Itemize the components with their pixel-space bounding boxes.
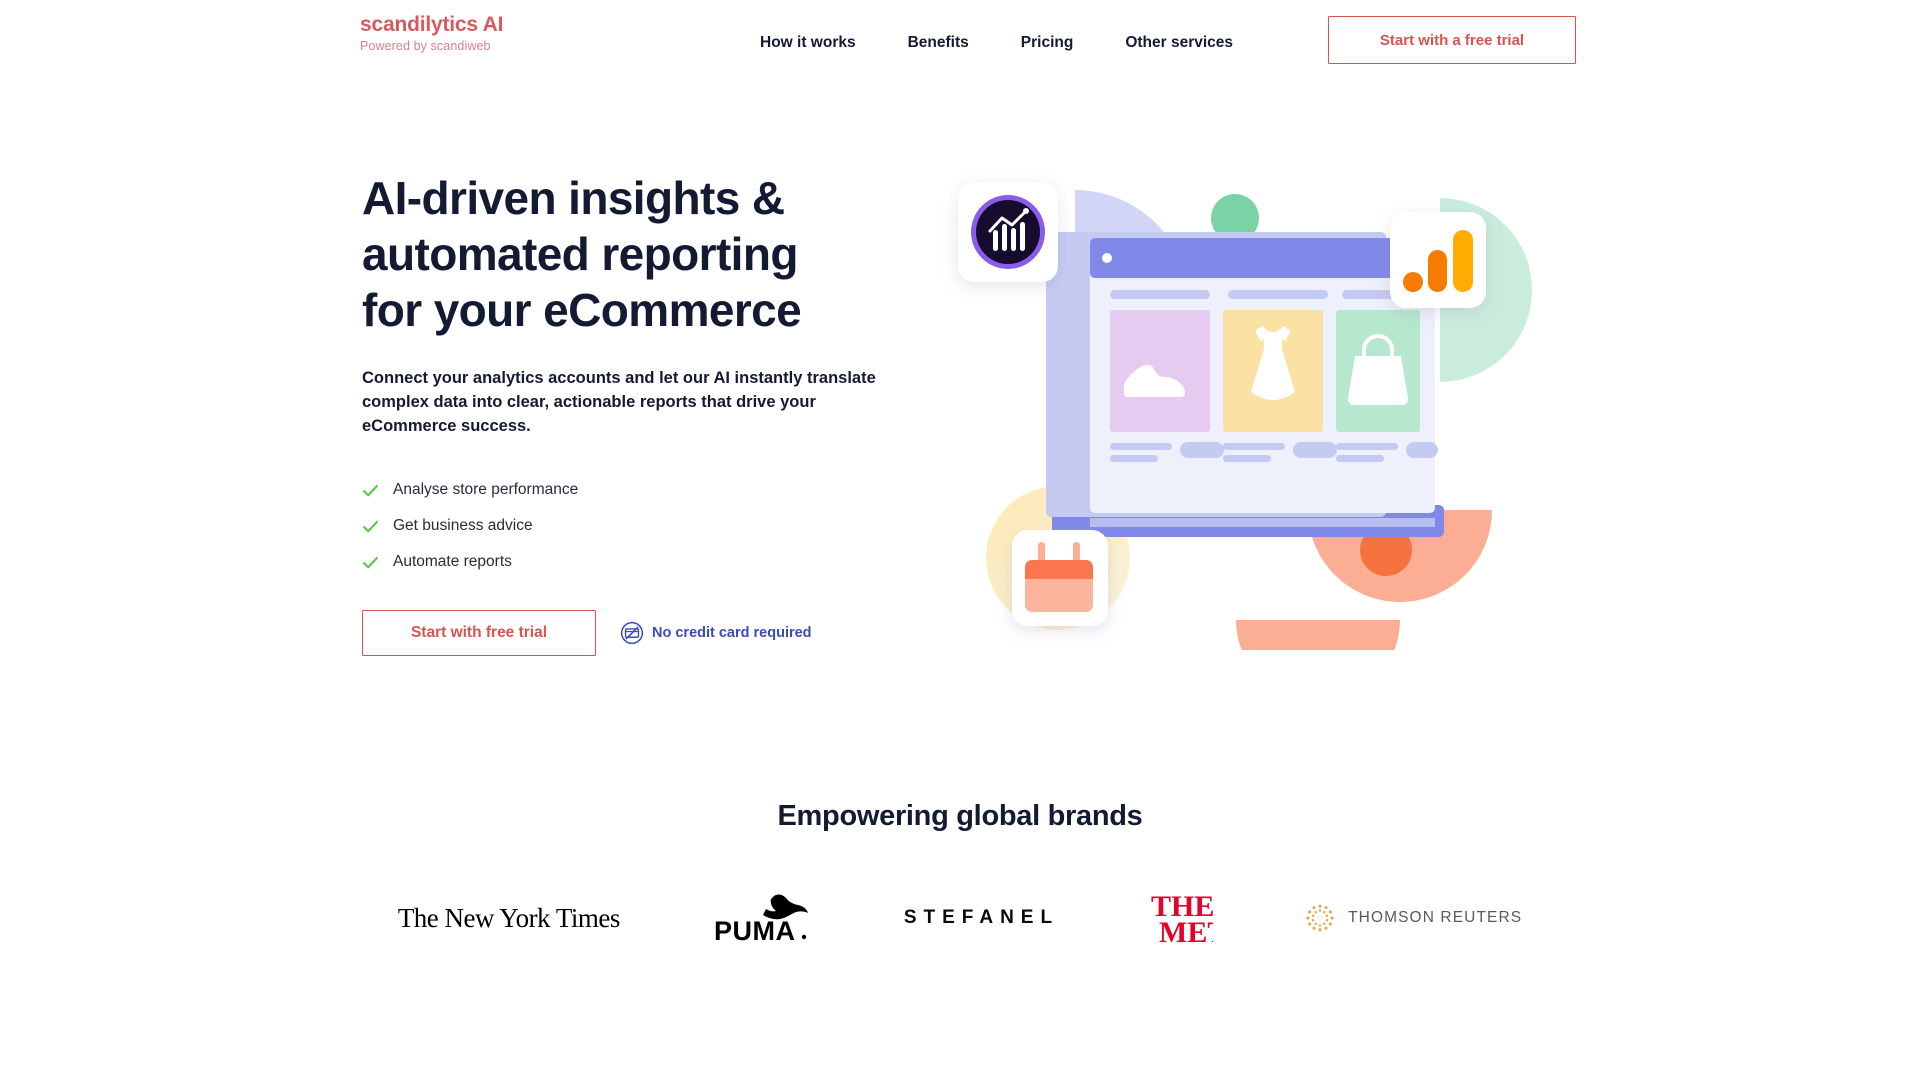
sneaker-tile-icon [1110, 310, 1210, 432]
analytics-chart-badge-icon [958, 182, 1058, 282]
feature-label: Automate reports [393, 553, 512, 571]
check-icon [363, 520, 379, 532]
brands-title: Empowering global brands [777, 800, 1143, 832]
logo-the-met-mark: THE MET [1151, 890, 1213, 947]
feature-item: Automate reports [362, 544, 922, 580]
dashboard-mock [1046, 232, 1444, 537]
hero-free-trial-button[interactable]: Start with free trial [362, 610, 596, 656]
logo-thomson-reuters-text: THOMSON REUTERS [1348, 909, 1523, 926]
logo-puma: PUMA [712, 888, 812, 948]
logo-the-met: THE MET [1151, 888, 1213, 948]
check-icon [363, 556, 379, 568]
ecommerce-dashboard-illustration [940, 150, 1540, 650]
main-nav: How it works Benefits Pricing Other serv… [760, 28, 1233, 58]
landing-page: scandilytics AI Powered by scandiweb How… [0, 0, 1920, 1080]
brand-tagline: Powered by scandiweb [360, 39, 491, 53]
hero-subtitle: Connect your analytics accounts and let … [362, 369, 876, 435]
google-analytics-badge-icon [1390, 212, 1486, 308]
no-credit-card-note: No credit card required [620, 621, 812, 645]
nav-item-how-it-works[interactable]: How it works [760, 28, 856, 58]
logo-new-york-times: The New York Times [397, 888, 621, 948]
nav-item-benefits[interactable]: Benefits [908, 28, 969, 58]
no-credit-card-icon [620, 621, 644, 645]
hero-section: AI-driven insights & automated reporting… [0, 150, 1920, 670]
brand-name: scandilytics AI [360, 13, 504, 36]
hero-feature-list: Analyse store performance Get business a… [362, 472, 922, 580]
feature-item: Get business advice [362, 508, 922, 544]
brands-logo-row: The New York Times PUMA STEFANEL THE ME T [0, 888, 1920, 948]
hero-title: AI-driven insights & automated reporting… [362, 172, 802, 336]
logo-new-york-times-text: The New York Times [397, 902, 621, 933]
no-credit-card-label: No credit card required [652, 625, 812, 641]
hero-copy: AI-driven insights & automated reporting… [362, 170, 922, 656]
logo-stefanel: STEFANEL [904, 888, 1059, 948]
logo-stefanel-text: STEFANEL [903, 907, 1060, 928]
nav-item-pricing[interactable]: Pricing [1021, 28, 1074, 58]
nav-item-other-services[interactable]: Other services [1125, 28, 1233, 58]
brands-section: Empowering global brands The New York Ti… [0, 800, 1920, 948]
brand-logo[interactable]: scandilytics AI Powered by scandiweb [360, 14, 503, 53]
feature-item: Analyse store performance [362, 472, 922, 508]
header-free-trial-button[interactable]: Start with a free trial [1328, 16, 1576, 64]
svg-text:PUMA: PUMA [714, 916, 796, 946]
feature-label: Get business advice [393, 517, 533, 535]
logo-thomson-reuters: THOMSON REUTERS [1305, 888, 1522, 948]
calendar-badge-icon [1012, 530, 1108, 626]
hero-actions: Start with free trial No credit card req… [362, 610, 922, 656]
site-header: scandilytics AI Powered by scandiweb How… [0, 0, 1920, 88]
logo-puma-mark: PUMA [714, 894, 808, 946]
feature-label: Analyse store performance [393, 481, 579, 499]
svg-text:MET: MET [1159, 916, 1213, 947]
check-icon [363, 484, 379, 496]
logo-thomson-reuters-mark [1306, 904, 1334, 932]
